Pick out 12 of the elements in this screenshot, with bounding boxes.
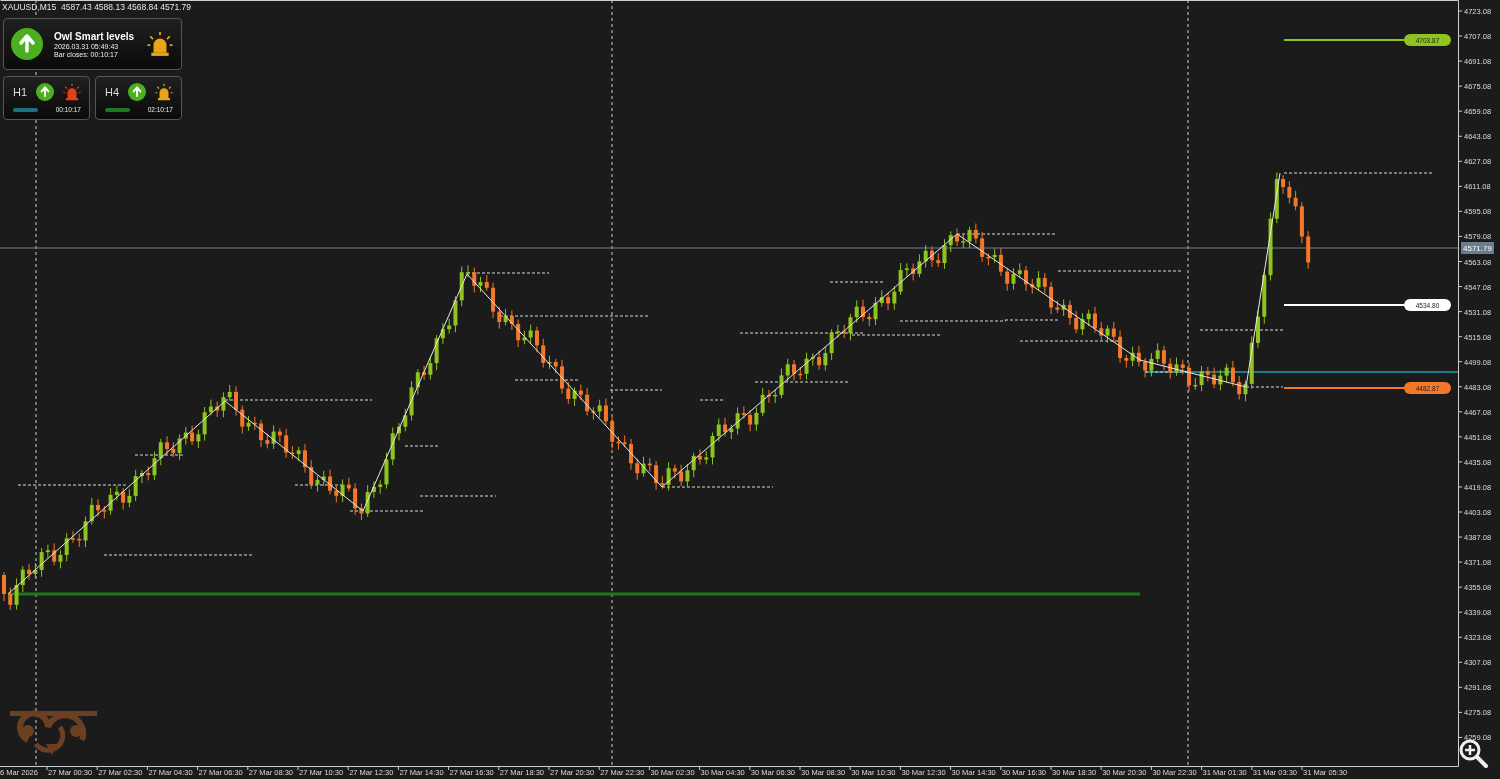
panel-title: Owl Smart levels <box>54 30 136 42</box>
dashed-level-line <box>1245 386 1284 388</box>
dashed-level-line <box>404 445 441 447</box>
current-price-tag: 4571.79 <box>1461 242 1494 254</box>
dashed-level-line <box>829 281 886 283</box>
dashed-level-line <box>699 399 726 401</box>
zoom-icon[interactable] <box>1459 739 1488 768</box>
timeframe-label: H4 <box>105 86 119 98</box>
timeframe-label: H1 <box>13 86 27 98</box>
dashed-level-line <box>514 379 581 381</box>
symbol-info: XAUUSD,M15 4587.43 4588.13 4568.84 4571.79 <box>2 2 192 12</box>
dashed-level-line <box>134 454 186 456</box>
